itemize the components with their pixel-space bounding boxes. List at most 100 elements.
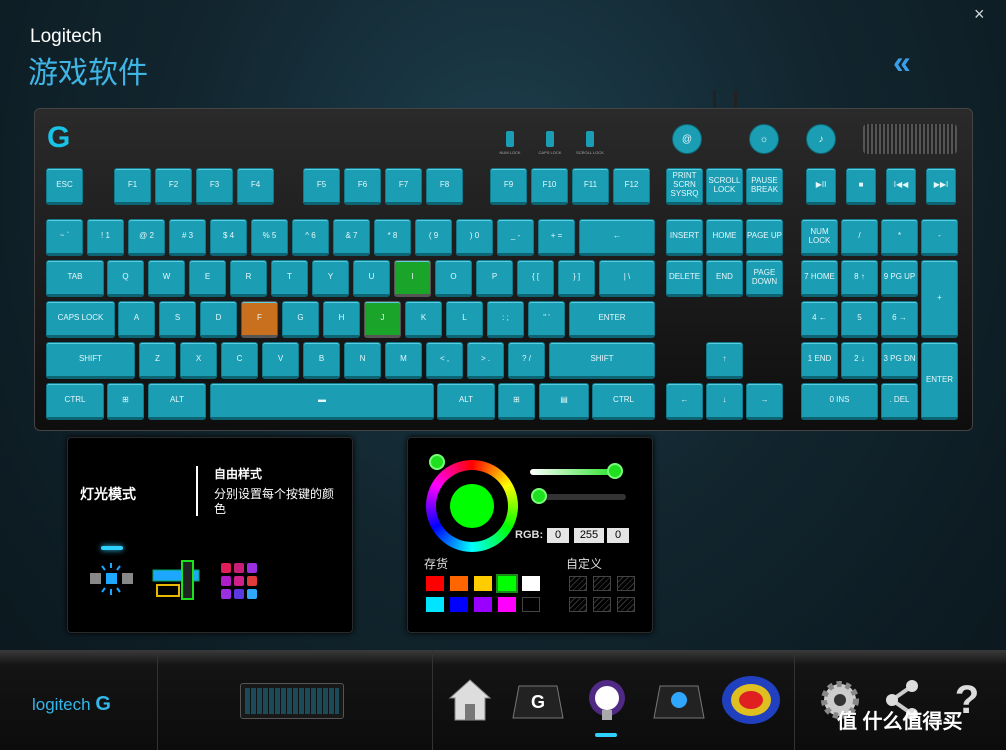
key-pause-break[interactable]: PAUSE BREAK — [746, 168, 783, 205]
key-ctrl[interactable]: CTRL — [592, 383, 655, 420]
key-enter[interactable]: ENTER — [921, 342, 958, 420]
key-num-lock[interactable]: NUM LOCK — [801, 219, 838, 256]
key--[interactable]: → — [746, 383, 783, 420]
key-p[interactable]: P — [476, 260, 513, 297]
key-f7[interactable]: F7 — [385, 168, 422, 205]
key--[interactable]: { [ — [517, 260, 554, 297]
key-z[interactable]: Z — [139, 342, 176, 379]
custom-swatch[interactable] — [593, 597, 611, 612]
key-w[interactable]: W — [148, 260, 185, 297]
key-i[interactable]: I — [394, 260, 431, 297]
key--[interactable]: ■ — [846, 168, 876, 205]
key--2[interactable]: @ 2 — [128, 219, 165, 256]
stock-swatch[interactable] — [496, 574, 518, 593]
key-f[interactable]: F — [241, 301, 278, 338]
key-9-pg-up[interactable]: 9 PG UP — [881, 260, 918, 297]
key-y[interactable]: Y — [312, 260, 349, 297]
mute-button[interactable]: ♪ — [806, 124, 836, 154]
key--[interactable]: ← — [579, 219, 655, 256]
home-icon[interactable] — [446, 676, 494, 724]
color-wheel[interactable] — [426, 454, 518, 552]
key-m[interactable]: M — [385, 342, 422, 379]
custom-swatch[interactable] — [569, 597, 587, 612]
key--4[interactable]: $ 4 — [210, 219, 247, 256]
g-key-icon[interactable]: G — [511, 680, 565, 724]
key-e[interactable]: E — [189, 260, 226, 297]
key--1[interactable]: ! 1 — [87, 219, 124, 256]
stock-swatch[interactable] — [498, 597, 516, 612]
key--ii[interactable]: ▶II — [806, 168, 836, 205]
key-insert[interactable]: INSERT — [666, 219, 703, 256]
volume-roller[interactable] — [863, 124, 957, 154]
key-tab[interactable]: TAB — [46, 260, 104, 297]
key--[interactable]: | \ — [599, 260, 655, 297]
key-i-[interactable]: I◀◀ — [886, 168, 916, 205]
red-field[interactable]: 0 — [547, 528, 569, 543]
key--[interactable]: ▤ — [539, 383, 589, 420]
brightness-knob[interactable] — [607, 463, 623, 479]
key-alt[interactable]: ALT — [437, 383, 495, 420]
key--[interactable]: < , — [426, 342, 463, 379]
key--[interactable]: > . — [467, 342, 504, 379]
arx-icon[interactable] — [652, 680, 706, 724]
key-x[interactable]: X — [180, 342, 217, 379]
custom-swatch[interactable] — [617, 576, 635, 591]
collapse-icon[interactable]: « — [893, 44, 911, 81]
saturation-knob[interactable] — [531, 488, 547, 504]
key-shift[interactable]: SHIFT — [549, 342, 655, 379]
key-0-ins[interactable]: 0 INS — [801, 383, 878, 420]
key-8-[interactable]: 8 ↑ — [841, 260, 878, 297]
key--9[interactable]: ( 9 — [415, 219, 452, 256]
color-grid-mode-icon[interactable] — [220, 562, 260, 602]
key-group-mode-icon[interactable] — [152, 558, 202, 602]
key--[interactable]: ⊞ — [107, 383, 144, 420]
key-4-[interactable]: 4 ← — [801, 301, 838, 338]
key--[interactable]: - — [921, 219, 958, 256]
key-k[interactable]: K — [405, 301, 442, 338]
key--[interactable]: } ] — [558, 260, 595, 297]
key-3-pg-dn[interactable]: 3 PG DN — [881, 342, 918, 379]
key--[interactable]: + = — [538, 219, 575, 256]
key--5[interactable]: % 5 — [251, 219, 288, 256]
game-mode-button[interactable]: @ — [672, 124, 702, 154]
stock-swatch[interactable] — [474, 576, 492, 591]
blue-field[interactable]: 0 — [607, 528, 629, 543]
key-c[interactable]: C — [221, 342, 258, 379]
key-f10[interactable]: F10 — [531, 168, 568, 205]
key--[interactable]: : ; — [487, 301, 524, 338]
key-1-end[interactable]: 1 END — [801, 342, 838, 379]
key-v[interactable]: V — [262, 342, 299, 379]
key-f8[interactable]: F8 — [426, 168, 463, 205]
stock-swatch[interactable] — [426, 597, 444, 612]
key--[interactable]: ↑ — [706, 342, 743, 379]
stock-swatch[interactable] — [522, 576, 540, 591]
key-f3[interactable]: F3 — [196, 168, 233, 205]
key--[interactable]: _ - — [497, 219, 534, 256]
key-r[interactable]: R — [230, 260, 267, 297]
key-delete[interactable]: DELETE — [666, 260, 703, 297]
key-g[interactable]: G — [282, 301, 319, 338]
key--[interactable]: / — [841, 219, 878, 256]
key-d[interactable]: D — [200, 301, 237, 338]
key--6[interactable]: ^ 6 — [292, 219, 329, 256]
key--[interactable]: " ' — [528, 301, 565, 338]
key--[interactable]: + — [921, 260, 958, 338]
key-shift[interactable]: SHIFT — [46, 342, 135, 379]
key-home[interactable]: HOME — [706, 219, 743, 256]
key-f9[interactable]: F9 — [490, 168, 527, 205]
key-s[interactable]: S — [159, 301, 196, 338]
heatmap-icon[interactable] — [720, 674, 782, 726]
key-a[interactable]: A — [118, 301, 155, 338]
key-f4[interactable]: F4 — [237, 168, 274, 205]
stock-swatch[interactable] — [450, 597, 468, 612]
key-j[interactable]: J — [364, 301, 401, 338]
hue-knob[interactable] — [429, 454, 445, 470]
brightness-button[interactable]: ☼ — [749, 124, 779, 154]
key-u[interactable]: U — [353, 260, 390, 297]
key--0[interactable]: ) 0 — [456, 219, 493, 256]
key--[interactable]: ▬ — [210, 383, 434, 420]
key-2-[interactable]: 2 ↓ — [841, 342, 878, 379]
key-page-up[interactable]: PAGE UP — [746, 219, 783, 256]
key-esc[interactable]: ESC — [46, 168, 83, 205]
key--[interactable]: ← — [666, 383, 703, 420]
